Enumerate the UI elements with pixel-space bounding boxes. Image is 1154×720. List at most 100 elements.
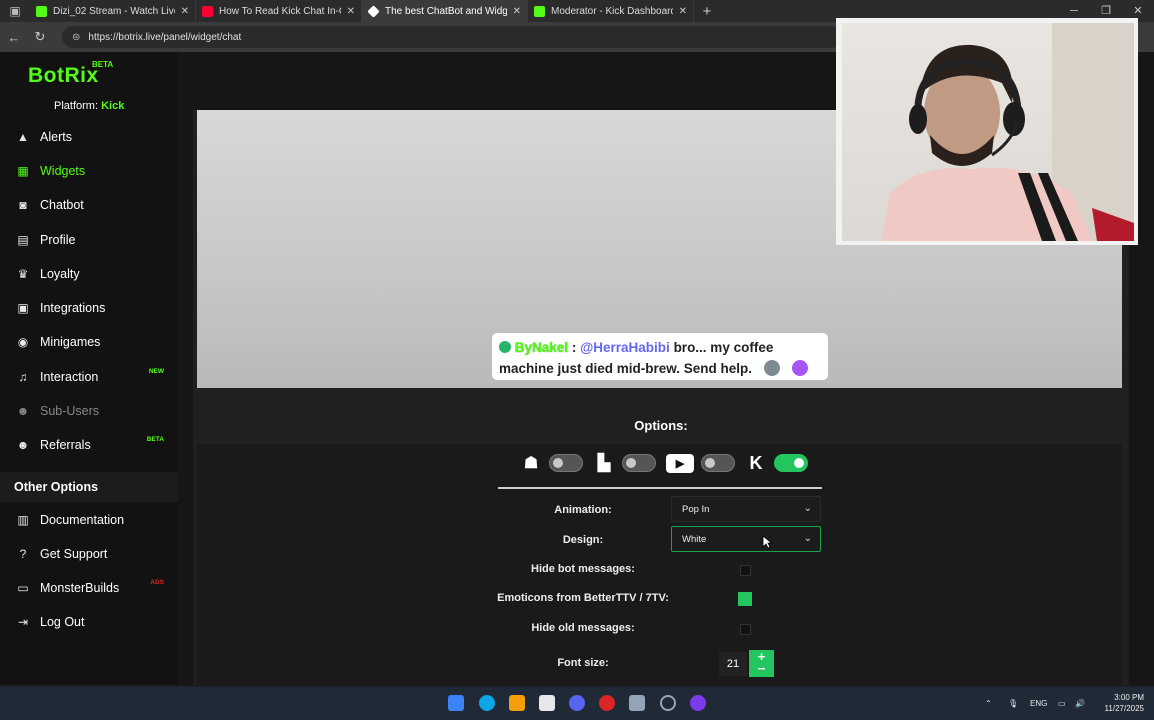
close-tab-icon[interactable]: ✕ xyxy=(513,6,521,17)
sidebar-item-minigames[interactable]: ◉ Minigames xyxy=(0,329,178,355)
sidebar-item-label: Interaction xyxy=(40,370,99,384)
back-icon[interactable]: ← xyxy=(6,30,22,45)
reload-icon[interactable]: ↻ xyxy=(32,29,48,45)
streamer-image xyxy=(882,23,1134,241)
id-card-icon: ▤ xyxy=(17,233,29,247)
kick-alt-toggle[interactable] xyxy=(549,454,583,472)
sidebar-item-profile[interactable]: ▤ Profile xyxy=(0,227,178,253)
sidebar-item-label: Alerts xyxy=(40,130,72,144)
hide-old-checkbox[interactable] xyxy=(740,624,751,635)
platform-toggles: ☗ ▙ ▶ K xyxy=(520,453,811,473)
chat-message-line2: machine just died mid-brew. Send help. xyxy=(499,361,753,376)
sidebar-item-label: Chatbot xyxy=(40,198,84,212)
sidebar-item-monsterbuilds[interactable]: ▭ MonsterBuilds ADS xyxy=(0,575,178,601)
obs-icon[interactable] xyxy=(660,695,676,711)
sidebar-item-sub-users[interactable]: ☻ Sub-Users xyxy=(0,398,178,424)
logout-icon: ⇥ xyxy=(17,615,29,629)
sidebar-item-chatbot[interactable]: ◙ Chatbot xyxy=(0,192,178,218)
design-select[interactable]: White ⌄ xyxy=(671,526,821,552)
new-tab-button[interactable]: + xyxy=(694,0,720,22)
sidebar-item-log-out[interactable]: ⇥ Log Out xyxy=(0,609,178,635)
discord-icon[interactable] xyxy=(569,695,585,711)
sidebar-item-label: Get Support xyxy=(40,547,108,561)
app-red-icon[interactable] xyxy=(599,695,615,711)
design-value: White xyxy=(682,533,707,545)
options-divider xyxy=(498,487,822,489)
tab-title: The best ChatBot and Widgets fo xyxy=(385,5,507,17)
sidebar-item-label: Documentation xyxy=(40,513,125,527)
browser-tab[interactable]: Dizi_02 Stream - Watch Live on Ki ✕ xyxy=(30,0,196,22)
hide-old-label: Hide old messages: xyxy=(531,622,635,634)
microphone-icon[interactable]: 🎙 xyxy=(1008,687,1018,720)
platform-label: Platform: xyxy=(54,100,99,112)
browser-tab-active[interactable]: The best ChatBot and Widgets fo ✕ xyxy=(362,0,528,22)
twitch-toggle[interactable] xyxy=(622,454,656,472)
chat-separator: : xyxy=(571,340,577,355)
browser-tab[interactable]: How To Read Kick Chat In-Game ✕ xyxy=(196,0,362,22)
hide-bot-checkbox[interactable] xyxy=(740,565,751,576)
snipping-tool-icon[interactable] xyxy=(629,695,645,711)
trophy-icon: ♛ xyxy=(17,267,29,281)
sidebar-item-label: Log Out xyxy=(40,615,85,629)
youtube-icon: ▶ xyxy=(666,453,694,473)
chat-message: ByNakel : @HerraHabibi bro... my coffee … xyxy=(492,333,828,380)
ads-badge: ADS xyxy=(150,579,164,586)
sidebar-item-loyalty[interactable]: ♛ Loyalty xyxy=(0,261,178,287)
clock[interactable]: 3:00 PM 11/27/2025 xyxy=(1105,692,1144,714)
windows-start-icon[interactable] xyxy=(448,695,464,711)
sidebar-item-label: Sub-Users xyxy=(40,404,100,418)
volume-icon[interactable]: 🔊 xyxy=(1075,687,1085,720)
site-info-icon[interactable]: ⊜ xyxy=(72,32,80,43)
edge-icon[interactable] xyxy=(479,695,495,711)
grid-icon: ▦ xyxy=(17,164,29,178)
taskbar: ⌃ 🎙 ENG ▭ 🔊 3:00 PM 11/27/2025 xyxy=(0,687,1154,720)
sidebar-item-label: Loyalty xyxy=(40,267,80,281)
kick-toggle[interactable] xyxy=(774,454,808,472)
sidebar-item-documentation[interactable]: ▥ Documentation xyxy=(0,507,178,533)
twitch-icon: ▙ xyxy=(597,455,611,472)
close-tab-icon[interactable]: ✕ xyxy=(347,6,355,17)
sidebar-item-label: Integrations xyxy=(40,301,106,315)
book-icon: ▥ xyxy=(17,513,29,527)
webcam-overlay xyxy=(836,18,1138,245)
question-icon: ? xyxy=(19,547,27,561)
close-tab-icon[interactable]: ✕ xyxy=(181,6,189,17)
twitch-studio-icon[interactable] xyxy=(690,695,706,711)
sidebar-item-get-support[interactable]: ? Get Support xyxy=(0,541,178,567)
tray-chevron-icon[interactable]: ⌃ xyxy=(985,687,992,720)
sidebar-item-alerts[interactable]: ▲ Alerts xyxy=(0,124,178,150)
browser-tab[interactable]: Moderator - Kick Dashboard ✕ xyxy=(528,0,694,22)
animation-select[interactable]: Pop In ⌄ xyxy=(671,496,821,522)
youtube-favicon-icon xyxy=(202,5,213,17)
sidebar: BotRix BETA Platform: Kick ▲ Alerts ▦ Wi… xyxy=(0,52,178,685)
file-explorer-icon[interactable] xyxy=(509,695,525,711)
platform-indicator: Platform: Kick xyxy=(54,100,124,112)
robot-icon: ◙ xyxy=(19,198,27,212)
sidebar-item-label: Referrals xyxy=(40,438,91,452)
language-indicator[interactable]: ENG xyxy=(1030,687,1047,720)
font-size-input[interactable]: 21 xyxy=(719,652,747,676)
network-icon[interactable]: ▭ xyxy=(1058,687,1066,720)
emoticons-checkbox[interactable] xyxy=(738,592,752,606)
logo[interactable]: BotRix xyxy=(28,64,99,88)
tab-title: How To Read Kick Chat In-Game xyxy=(219,5,341,17)
kick-icon: K xyxy=(749,452,763,473)
sidebar-item-interaction[interactable]: ♫ Interaction NEW xyxy=(0,364,178,390)
webcam-feed xyxy=(842,23,1134,241)
font-size-stepper[interactable]: + − xyxy=(749,650,774,677)
url-field[interactable]: ⊜ https://botrix.live/panel/widget/chat xyxy=(62,26,842,48)
close-tab-icon[interactable]: ✕ xyxy=(679,6,687,17)
users-icon: ☻ xyxy=(16,404,30,418)
beta-badge: BETA xyxy=(146,436,164,443)
sidebar-item-widgets[interactable]: ▦ Widgets xyxy=(0,158,178,184)
animation-value: Pop In xyxy=(682,503,710,515)
youtube-toggle[interactable] xyxy=(701,454,735,472)
workspaces-icon[interactable]: ▣ xyxy=(0,0,30,22)
store-icon[interactable] xyxy=(539,695,555,711)
sidebar-item-referrals[interactable]: ☻ Referrals BETA xyxy=(0,432,178,458)
integrations-icon: ▣ xyxy=(17,301,29,315)
kick-favicon-icon xyxy=(534,5,545,17)
kick-favicon-icon xyxy=(36,5,47,17)
warning-icon: ▲ xyxy=(17,130,29,144)
sidebar-item-integrations[interactable]: ▣ Integrations xyxy=(0,295,178,321)
